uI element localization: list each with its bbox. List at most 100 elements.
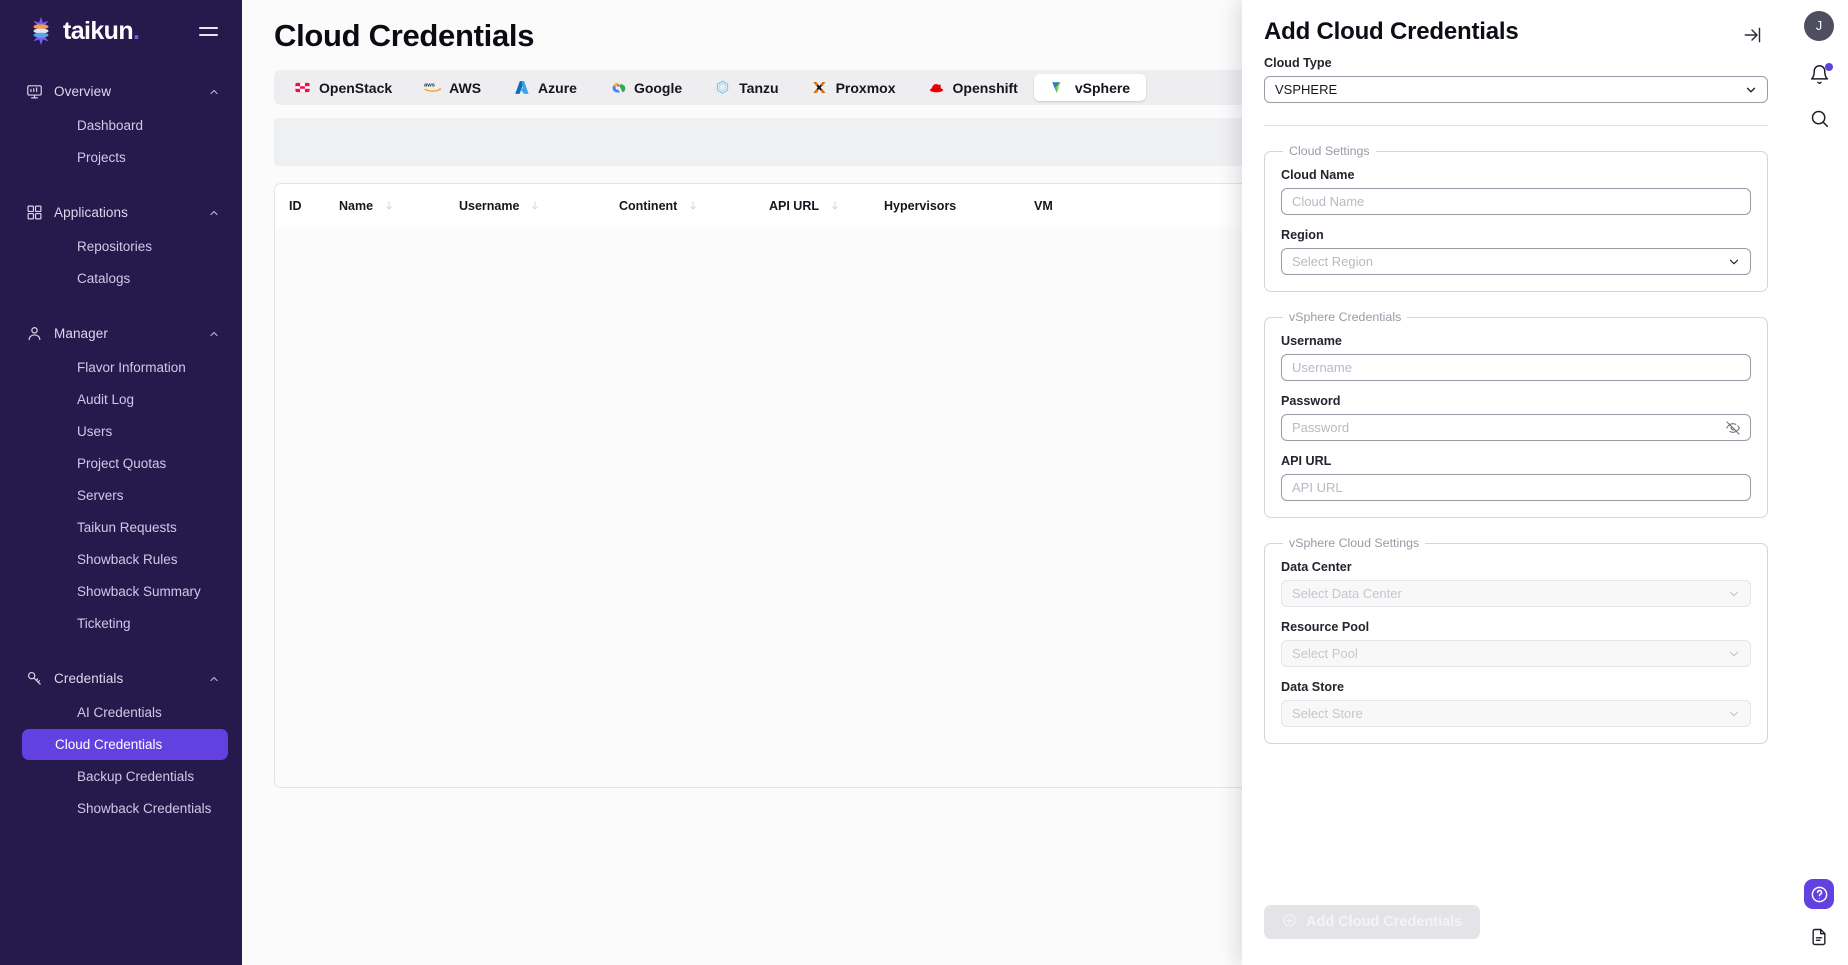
data-center-field: Data Center Select Data Center — [1281, 560, 1751, 607]
divider — [1264, 125, 1768, 126]
sidebar-item-servers[interactable]: Servers — [22, 480, 228, 511]
cloud-type-value: VSPHERE — [1275, 82, 1338, 97]
chevron-down-icon — [1727, 647, 1741, 661]
tab-aws[interactable]: aws AWS — [408, 74, 497, 101]
sort-descending-icon — [829, 199, 841, 212]
column-header-id[interactable]: ID — [289, 199, 339, 213]
sidebar-item-projects[interactable]: Projects — [22, 142, 228, 173]
username-placeholder: Username — [1292, 360, 1352, 375]
api-url-input[interactable]: API URL — [1281, 474, 1751, 501]
cloud-name-input[interactable]: Cloud Name — [1281, 188, 1751, 215]
sidebar-item-backup-credentials[interactable]: Backup Credentials — [22, 761, 228, 792]
sidebar-item-showback-credentials[interactable]: Showback Credentials — [22, 793, 228, 824]
key-icon — [26, 670, 43, 687]
resource-pool-label: Resource Pool — [1281, 620, 1370, 634]
avatar[interactable]: J — [1804, 11, 1834, 41]
sidebar-group-label: Credentials — [54, 671, 124, 686]
cloud-type-field: Cloud Type VSPHERE — [1264, 56, 1768, 103]
chevron-down-icon — [1744, 83, 1758, 97]
chevron-down-icon — [1727, 587, 1741, 601]
add-cloud-credentials-button[interactable]: Add Cloud Credentials — [1264, 905, 1481, 939]
tab-vsphere[interactable]: vSphere — [1033, 74, 1147, 101]
resource-pool-select: Select Pool — [1281, 640, 1751, 667]
tab-openshift[interactable]: Openshift — [912, 74, 1034, 101]
cloud-name-field: Cloud Name Cloud Name — [1281, 168, 1751, 215]
table-toolbar[interactable] — [274, 118, 1370, 166]
sidebar-item-taikun-requests[interactable]: Taikun Requests — [22, 512, 228, 543]
sidebar: taikun. Overview Dashboard Projects Applica… — [0, 0, 242, 965]
tab-label: Google — [633, 79, 683, 96]
username-field: Username Username — [1281, 334, 1751, 381]
password-placeholder: Password — [1292, 420, 1350, 435]
help-circle-icon[interactable] — [1804, 879, 1834, 909]
sidebar-group-label: Applications — [54, 205, 128, 220]
sidebar-nav: Overview Dashboard Projects Applications Rep… — [0, 62, 242, 846]
sort-descending-icon — [687, 199, 699, 212]
monitor-icon — [26, 83, 43, 100]
sidebar-item-repositories[interactable]: Repositories — [22, 231, 228, 262]
bell-icon[interactable] — [1809, 63, 1833, 85]
api-url-field: API URL API URL — [1281, 454, 1751, 501]
api-url-placeholder: API URL — [1292, 480, 1343, 495]
api-url-label: API URL — [1281, 454, 1332, 468]
sidebar-item-ai-credentials[interactable]: AI Credentials — [22, 697, 228, 728]
tab-tanzu[interactable]: Tanzu — [698, 74, 794, 101]
sidebar-item-showback-rules[interactable]: Showback Rules — [22, 544, 228, 575]
sidebar-group-applications: Applications Repositories Catalogs — [0, 195, 242, 294]
tab-label: OpenStack — [319, 79, 393, 96]
username-input[interactable]: Username — [1281, 354, 1751, 381]
column-header-label: ID — [289, 198, 302, 213]
column-header-label: API URL — [769, 198, 819, 213]
sidebar-group-header-credentials[interactable]: Credentials — [0, 661, 242, 696]
resource-pool-placeholder: Select Pool — [1292, 646, 1358, 661]
column-header-vm[interactable]: VM — [1034, 199, 1154, 213]
column-header-name[interactable]: Name — [339, 199, 459, 213]
collapse-right-icon[interactable] — [1738, 21, 1764, 43]
cloud-settings-group: Cloud Settings Cloud Name Cloud Name Regio… — [1264, 144, 1768, 292]
resource-pool-field: Resource Pool Select Pool — [1281, 620, 1751, 667]
tab-azure[interactable]: Azure — [497, 74, 593, 101]
data-store-field: Data Store Select Store — [1281, 680, 1751, 727]
column-header-hypervisors[interactable]: Hypervisors — [884, 199, 1034, 213]
sidebar-item-audit-log[interactable]: Audit Log — [22, 384, 228, 415]
vsphere-icon — [1050, 79, 1067, 96]
sidebar-item-catalogs[interactable]: Catalogs — [22, 263, 228, 294]
sidebar-item-flavor-information[interactable]: Flavor Information — [22, 352, 228, 383]
sidebar-item-showback-summary[interactable]: Showback Summary — [22, 576, 228, 607]
hamburger-icon[interactable] — [197, 21, 220, 42]
sidebar-group-header-overview[interactable]: Overview — [0, 74, 242, 109]
sidebar-item-ticketing[interactable]: Ticketing — [22, 608, 228, 639]
search-icon[interactable] — [1809, 108, 1830, 129]
sidebar-group-header-applications[interactable]: Applications — [0, 195, 242, 230]
brand-name: taikun. — [63, 16, 140, 45]
openstack-icon — [294, 79, 311, 96]
sidebar-group-manager: Manager Flavor Information Audit Log Users P… — [0, 316, 242, 639]
sidebar-group-header-manager[interactable]: Manager — [0, 316, 242, 351]
region-label: Region — [1281, 228, 1324, 242]
tab-proxmox[interactable]: Proxmox — [795, 74, 912, 101]
vsphere-cloud-settings-legend: vSphere Cloud Settings — [1289, 536, 1420, 550]
sidebar-item-users[interactable]: Users — [22, 416, 228, 447]
tab-openstack[interactable]: OpenStack — [278, 74, 408, 101]
cloud-type-select[interactable]: VSPHERE — [1264, 76, 1768, 103]
password-input[interactable]: Password — [1281, 414, 1751, 441]
sidebar-item-dashboard[interactable]: Dashboard — [22, 110, 228, 141]
vsphere-credentials-group: vSphere Credentials Username Username Pass… — [1264, 310, 1768, 518]
column-header-api-url[interactable]: API URL — [769, 199, 884, 213]
notification-dot — [1824, 63, 1833, 71]
svg-text:aws: aws — [424, 83, 435, 89]
add-cloud-credentials-button-label: Add Cloud Credentials — [1306, 914, 1463, 930]
tab-label: Azure — [538, 79, 577, 96]
google-cloud-icon — [609, 79, 626, 96]
column-header-username[interactable]: Username — [459, 199, 619, 213]
region-select[interactable]: Select Region — [1281, 248, 1751, 275]
sidebar-item-project-quotas[interactable]: Project Quotas — [22, 448, 228, 479]
sidebar-item-cloud-credentials[interactable]: Cloud Credentials — [22, 729, 228, 760]
sort-descending-icon — [383, 199, 395, 212]
column-header-continent[interactable]: Continent — [619, 199, 769, 213]
brand[interactable]: taikun. — [26, 16, 140, 46]
document-icon[interactable] — [1809, 927, 1829, 952]
tab-google[interactable]: Google — [593, 74, 698, 101]
